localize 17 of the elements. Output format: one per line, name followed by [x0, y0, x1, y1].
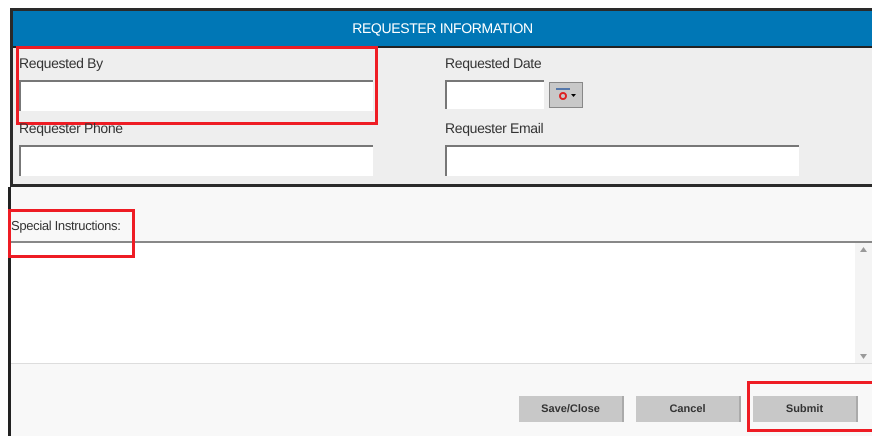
action-button[interactable]: Cancel: [636, 396, 741, 422]
instructions-label: Special Instructions:: [11, 216, 121, 235]
section-title: REQUESTER INFORMATION: [352, 19, 533, 38]
scroll-up-icon[interactable]: [860, 247, 867, 252]
field-label: Requester Email: [445, 119, 544, 138]
field-label: Requester Phone: [19, 119, 124, 138]
field-label: Requested Date: [445, 54, 542, 73]
scroll-down-icon[interactable]: [860, 354, 867, 359]
action-button[interactable]: Submit: [753, 396, 858, 422]
input-field[interactable]: [19, 80, 373, 111]
calendar-button[interactable]: [549, 82, 583, 108]
date-field[interactable]: [445, 80, 544, 109]
action-button[interactable]: Save/Close: [519, 396, 624, 422]
calendar-icon: [555, 86, 577, 102]
field-label: Requested By: [19, 54, 104, 73]
input-field[interactable]: [19, 145, 373, 176]
input-field[interactable]: [445, 145, 799, 176]
